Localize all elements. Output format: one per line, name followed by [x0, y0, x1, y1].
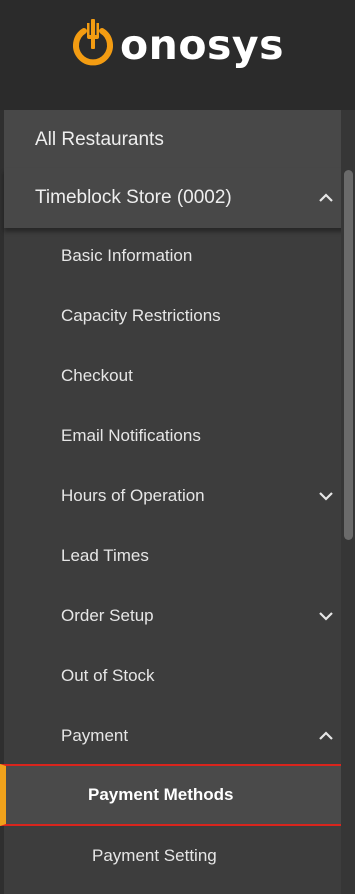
nav-item-email-notifications[interactable]: Email Notifications — [4, 406, 345, 466]
chevron-up-icon — [319, 193, 333, 202]
nav-label: All Restaurants — [35, 129, 164, 150]
nav-item-checkout[interactable]: Checkout — [4, 346, 345, 406]
app-header: onosys — [0, 0, 355, 110]
nav-label: Basic Information — [61, 246, 193, 265]
nav-item-basic-information[interactable]: Basic Information — [4, 226, 345, 286]
nav-subitem-payment-methods[interactable]: Payment Methods — [0, 764, 345, 826]
nav-label: Payment Setting — [92, 846, 217, 865]
nav-item-out-of-stock[interactable]: Out of Stock — [4, 646, 345, 706]
nav-label: Capacity Restrictions — [61, 306, 221, 325]
chevron-down-icon — [319, 492, 333, 501]
nav-label: Timeblock Store (0002) — [35, 187, 232, 208]
sidebar-nav: All Restaurants Timeblock Store (0002) B… — [0, 110, 355, 894]
brand-name: onosys — [120, 21, 285, 69]
nav-label: Checkout — [61, 366, 133, 385]
nav-item-lead-times[interactable]: Lead Times — [4, 526, 345, 586]
nav-label: Lead Times — [61, 546, 149, 565]
nav-store[interactable]: Timeblock Store (0002) — [4, 168, 345, 228]
nav-item-hours-of-operation[interactable]: Hours of Operation — [4, 466, 345, 526]
power-fork-icon — [73, 19, 113, 66]
nav-item-capacity-restrictions[interactable]: Capacity Restrictions — [4, 286, 345, 346]
scrollbar-thumb[interactable] — [344, 170, 353, 540]
nav-subitem-payment-setting[interactable]: Payment Setting — [4, 826, 345, 886]
nav-label: Payment — [61, 726, 129, 745]
nav-label: Out of Stock — [61, 666, 155, 685]
chevron-up-icon — [319, 731, 333, 740]
nav-all-restaurants[interactable]: All Restaurants — [4, 110, 345, 170]
nav-label: Hours of Operation — [61, 486, 205, 505]
nav-label: Order Setup — [61, 606, 154, 625]
nav-label: Payment Methods — [88, 785, 234, 804]
onosys-logo[interactable]: onosys — [70, 18, 284, 72]
nav-label: Email Notifications — [61, 426, 201, 445]
chevron-down-icon — [319, 612, 333, 621]
nav-item-payment[interactable]: Payment — [4, 706, 345, 766]
nav-item-order-setup[interactable]: Order Setup — [4, 586, 345, 646]
